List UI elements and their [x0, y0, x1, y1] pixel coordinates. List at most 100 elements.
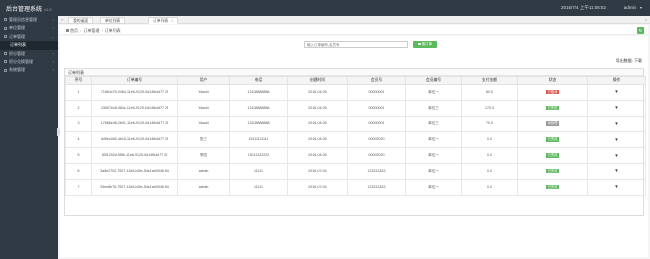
sidebar-item[interactable]: 管理员信息管理 ‹	[0, 16, 58, 24]
search-input[interactable]	[304, 41, 408, 48]
top-bar: 后台管理系统 v1.0 2016/7/4 上午11:06:52 admin ▾	[0, 0, 650, 16]
sidebar-item[interactable]: 系统管理 ‹	[0, 66, 58, 74]
column-header[interactable]: 电话	[229, 76, 288, 85]
table-cell: 单位一	[405, 131, 462, 149]
tab-label: 单位列表	[105, 19, 121, 23]
table-cell: 123213322	[347, 178, 406, 196]
column-header[interactable]: 序号	[65, 76, 92, 85]
table-cell: 2016-04-05	[287, 147, 348, 164]
chevron-down-icon[interactable]: ▾	[640, 5, 642, 10]
table-row[interactable]: 5 50f1202d-9f6b-11e6-9125-0d14fb4d77 2f 李四…	[65, 147, 646, 164]
action-dropdown-icon[interactable]: ▼	[614, 137, 618, 142]
breadcrumb-level2: 订单列表	[104, 27, 121, 33]
table-cell: d45ec4b5-4b16-11e6-9125-0d14fb4d77 2f	[91, 131, 178, 149]
action-dropdown-icon[interactable]: ▼	[614, 184, 618, 189]
column-header[interactable]: 用户	[177, 76, 230, 85]
search-icon	[418, 42, 421, 46]
table-cell: 0.0	[461, 147, 518, 164]
table-cell: 00000001	[347, 99, 406, 117]
status-badge: 已完成	[545, 153, 560, 158]
status-badge: 已完成	[545, 137, 560, 142]
table-cell: ▼	[587, 115, 646, 133]
breadcrumb-home[interactable]: 首页	[70, 28, 78, 33]
table-row[interactable]: 7 29ee8b76-7527-11e6-b2fe-54e1ad3948 84 ad…	[65, 178, 646, 196]
refresh-button[interactable]: ↻	[637, 26, 644, 34]
table-cell: 单位一	[405, 178, 462, 196]
column-header[interactable]: 状态	[517, 76, 588, 85]
action-dropdown-icon[interactable]: ▼	[614, 168, 618, 173]
app-title: 后台管理系统 v1.0	[6, 4, 52, 13]
table-cell: 170.0	[461, 99, 518, 117]
column-header[interactable]: 会员号	[347, 76, 406, 85]
search-button[interactable]: 搜订单	[413, 41, 437, 48]
app-title-text: 后台管理系统	[6, 7, 43, 13]
main-content: 搜订单 导出数据: 下载 订单列表 序号订单编号用户电话创建时间会员号会员编号支…	[60, 36, 648, 257]
sidebar-item-label: 系统管理	[9, 67, 25, 73]
table-cell: Yasuki	[177, 84, 230, 101]
sidebar-item[interactable]: 积分兑换管理 ‹	[0, 58, 58, 66]
table-cell: 2	[65, 99, 92, 117]
table-cell: 已完成	[517, 147, 588, 164]
table-cell: 2016-04-05	[287, 84, 348, 101]
sidebar-item-label: 积分兑换管理	[9, 58, 33, 64]
table-cell: 2016-04-05	[287, 131, 348, 149]
tab[interactable]: 我的桌面	[68, 17, 94, 24]
table-cell: 1	[65, 84, 92, 101]
tab[interactable]: 订单列表 ×	[148, 17, 179, 24]
status-badge: 已完成	[545, 184, 560, 190]
sidebar-item-label: 积分管理	[9, 50, 25, 56]
table-cell: admin	[177, 178, 230, 196]
table-cell: 单位三	[405, 115, 462, 133]
table-cell: Yasuki	[177, 99, 230, 117]
sidebar-item[interactable]: 单位管理 ‹	[0, 24, 58, 32]
table-cell: ▼	[587, 99, 646, 117]
table-cell: 13108888888	[229, 115, 288, 133]
table-cell: 单位一	[405, 84, 462, 101]
tab[interactable]: 单位列表	[100, 17, 126, 24]
column-header[interactable]: 操作	[587, 76, 646, 85]
sidebar-item[interactable]: 积分管理 ‹	[0, 50, 58, 58]
orders-panel: 订单列表 序号 订单编号 用户 电话 创建时间 会员号 会员编号 支付金额 状态 操作 1 7186…	[64, 68, 646, 216]
table-cell: 00000001	[347, 115, 406, 133]
table-row[interactable]: 1 71864c75-0464-11e6-9125-0d14fb4d77 2f Ya…	[65, 84, 646, 101]
sidebar-item[interactable]: 订单管理 ⌄	[0, 33, 58, 41]
column-header[interactable]: 会员编号	[405, 76, 462, 85]
action-dropdown-icon[interactable]: ▼	[614, 153, 618, 158]
table-cell: 已取消	[517, 84, 588, 101]
table-cell: 李四	[177, 147, 230, 164]
close-icon[interactable]: ×	[171, 19, 173, 23]
status-badge: 已完成	[545, 168, 560, 174]
table-cell: 13108888888	[229, 99, 288, 117]
menu-icon	[4, 35, 7, 39]
export-download-link[interactable]: 导出数据: 下载	[616, 58, 642, 64]
action-dropdown-icon[interactable]: ▼	[614, 105, 618, 110]
table-cell: ▼	[587, 147, 646, 164]
table-cell: 3	[65, 115, 92, 133]
table-row[interactable]: 6 3a5e2702-7527-11e6-b2fe-54e1ad3948 84 ad…	[65, 162, 646, 180]
tabs-scroll-right-icon[interactable]: »	[645, 17, 647, 22]
table-row[interactable]: 2 23507ec8-984c-11e6-9125-0d14fb4d77 2f Ya…	[65, 99, 646, 117]
table-cell: 单位一	[405, 162, 462, 180]
breadcrumb-level1[interactable]: 订单管理	[83, 28, 99, 33]
tab-label: 订单列表	[153, 19, 169, 23]
user-menu[interactable]: admin	[624, 5, 636, 10]
column-header[interactable]: 创建时间	[287, 76, 348, 85]
action-dropdown-icon[interactable]: ▼	[614, 89, 618, 94]
table-row[interactable]: 3 17686e46-2b91-11e6-9125-0d14fb4d77 2f Ya…	[65, 115, 646, 133]
table-cell: ▼	[587, 84, 646, 101]
menu-icon	[4, 60, 7, 64]
table-row[interactable]: 4 d45ec4b5-4b16-11e6-9125-0d14fb4d77 2f 张三…	[65, 131, 646, 149]
tabs-scroll-left-icon[interactable]: «	[61, 17, 63, 22]
breadcrumb-separator: ›	[101, 27, 103, 33]
sidebar: 管理员信息管理 ‹ 单位管理 ‹ 订单管理 ⌄ 订单列表 积分管理 ‹ 积分兑换管理 ‹ 系统管理 ‹	[0, 16, 58, 259]
status-badge: 已取消	[545, 89, 560, 95]
table-cell: 2016-04-05	[287, 115, 348, 133]
column-header[interactable]: 订单编号	[91, 76, 178, 85]
sidebar-subitem-orders-list[interactable]: 订单列表	[0, 41, 58, 50]
table-cell: ▼	[587, 178, 646, 196]
column-header[interactable]: 支付金额	[461, 76, 518, 85]
tab-label: 我的桌面	[73, 19, 89, 23]
action-dropdown-icon[interactable]: ▼	[614, 121, 618, 126]
table-cell: ▼	[587, 131, 646, 149]
table-cell: 00002020	[347, 147, 406, 164]
